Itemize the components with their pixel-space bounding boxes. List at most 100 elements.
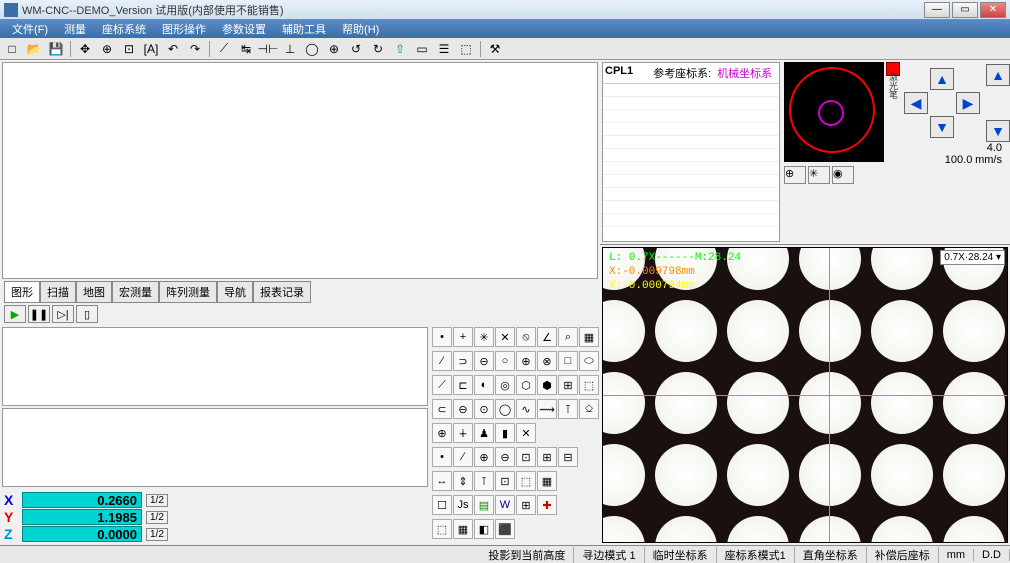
status-temp-coord[interactable]: 临时坐标系 — [645, 547, 717, 563]
palette-tool-1-1[interactable]: ⊃ — [453, 351, 473, 371]
palette-tool-0-5[interactable]: ∠ — [537, 327, 557, 347]
palette-tool-3-3[interactable]: ◯ — [495, 399, 515, 419]
box-icon[interactable]: ▭ — [412, 40, 432, 58]
palette-tool-6-0[interactable]: ↔ — [432, 471, 452, 491]
tab-scan[interactable]: 扫描 — [40, 281, 76, 303]
coord-z-half-button[interactable]: 1/2 — [146, 528, 168, 541]
palette-tool-2-5[interactable]: ⬢ — [537, 375, 557, 395]
palette-tool-4-2[interactable]: ♟ — [474, 423, 494, 443]
tab-array[interactable]: 阵列测量 — [159, 281, 217, 303]
coord-y-half-button[interactable]: 1/2 — [146, 511, 168, 524]
tab-map[interactable]: 地图 — [76, 281, 112, 303]
palette-tool-3-6[interactable]: ⊺ — [558, 399, 578, 419]
rotate-cw-icon[interactable]: ↻ — [368, 40, 388, 58]
palette-tool-2-2[interactable]: ◐ — [474, 375, 494, 395]
tool-b-icon[interactable]: ↹ — [236, 40, 256, 58]
pause-button[interactable]: ❚❚ — [28, 305, 50, 323]
palette-tool-8-1[interactable]: ▦ — [453, 519, 473, 539]
palette-tool-4-4[interactable]: ✕ — [516, 423, 536, 443]
palette-tool-2-6[interactable]: ⊞ — [558, 375, 578, 395]
scope-btn-3[interactable]: ◉ — [832, 166, 854, 184]
palette-tool-7-1[interactable]: Js — [453, 495, 473, 515]
palette-tool-1-5[interactable]: ⊗ — [537, 351, 557, 371]
palette-tool-6-2[interactable]: ⊺ — [474, 471, 494, 491]
maximize-button[interactable]: ▭ — [952, 2, 978, 18]
menu-graphic[interactable]: 图形操作 — [154, 21, 214, 37]
palette-tool-6-1[interactable]: ⇕ — [453, 471, 473, 491]
palette-tool-3-0[interactable]: ⊂ — [432, 399, 452, 419]
move-icon[interactable]: ✥ — [75, 40, 95, 58]
undo-icon[interactable]: ↶ — [163, 40, 183, 58]
scope-btn-1[interactable]: ⊕ — [784, 166, 806, 184]
zoom-window-icon[interactable]: ⊡ — [119, 40, 139, 58]
tab-nav[interactable]: 导航 — [217, 281, 253, 303]
palette-tool-7-3[interactable]: W — [495, 495, 515, 515]
list-icon[interactable]: ☰ — [434, 40, 454, 58]
palette-tool-1-6[interactable]: □ — [558, 351, 578, 371]
palette-tool-4-0[interactable]: ⊕ — [432, 423, 452, 443]
menu-tools[interactable]: 辅助工具 — [274, 21, 334, 37]
coord-x-half-button[interactable]: 1/2 — [146, 494, 168, 507]
new-icon[interactable]: □ — [2, 40, 22, 58]
tool-e-icon[interactable]: ◯ — [302, 40, 322, 58]
palette-tool-2-3[interactable]: ◎ — [495, 375, 515, 395]
camera-view[interactable]: 0.7X·28.24 ▾ L: 0.7X------M:28.24 X:-0.0… — [602, 247, 1008, 543]
save-icon[interactable]: 💾 — [46, 40, 66, 58]
palette-tool-5-5[interactable]: ⊞ — [537, 447, 557, 467]
palette-tool-7-2[interactable]: ▤ — [474, 495, 494, 515]
jog-down-button[interactable]: ▼ — [930, 116, 954, 138]
status-comp-coord[interactable]: 补偿后座标 — [867, 547, 939, 563]
palette-tool-1-2[interactable]: ⊖ — [474, 351, 494, 371]
close-button[interactable]: ✕ — [980, 2, 1006, 18]
step-button[interactable]: ▷| — [52, 305, 74, 323]
palette-tool-7-0[interactable]: ☐ — [432, 495, 452, 515]
palette-tool-7-5[interactable]: ✚ — [537, 495, 557, 515]
palette-tool-5-4[interactable]: ⊡ — [516, 447, 536, 467]
status-projection[interactable]: 投影到当前高度 — [480, 547, 574, 563]
menu-help[interactable]: 帮助(H) — [334, 21, 387, 37]
menu-file[interactable]: 文件(F) — [4, 21, 56, 37]
palette-tool-8-0[interactable]: ⬚ — [432, 519, 452, 539]
open-icon[interactable]: 📂 — [24, 40, 44, 58]
menu-coord[interactable]: 座标系统 — [94, 21, 154, 37]
palette-tool-3-1[interactable]: ⊖ — [453, 399, 473, 419]
tool-c-icon[interactable]: ⊣⊢ — [258, 40, 278, 58]
menu-params[interactable]: 参数设置 — [214, 21, 274, 37]
palette-tool-5-1[interactable]: ∕ — [453, 447, 473, 467]
palette-tool-1-0[interactable]: ∕ — [432, 351, 452, 371]
tool-a-icon[interactable]: ⟋ — [214, 40, 234, 58]
palette-tool-8-2[interactable]: ◧ — [474, 519, 494, 539]
output-panel-1[interactable] — [2, 327, 428, 406]
palette-tool-0-4[interactable]: ⦸ — [516, 327, 536, 347]
palette-tool-1-4[interactable]: ⊕ — [516, 351, 536, 371]
settings-icon[interactable]: ⚒ — [485, 40, 505, 58]
drawing-canvas[interactable] — [2, 62, 598, 279]
jog-z-up-button[interactable]: ▲ — [986, 64, 1010, 86]
stop-button[interactable]: ▯ — [76, 305, 98, 323]
palette-tool-5-2[interactable]: ⊕ — [474, 447, 494, 467]
palette-tool-0-6[interactable]: ⌕ — [558, 327, 578, 347]
palette-tool-2-1[interactable]: ⊏ — [453, 375, 473, 395]
menu-measure[interactable]: 测量 — [56, 21, 94, 37]
tab-graphic[interactable]: 图形 — [4, 281, 40, 303]
palette-tool-8-3[interactable]: ⬛ — [495, 519, 515, 539]
palette-tool-6-4[interactable]: ⬚ — [516, 471, 536, 491]
palette-tool-4-3[interactable]: ▮ — [495, 423, 515, 443]
palette-tool-0-1[interactable]: + — [453, 327, 473, 347]
palette-tool-3-7[interactable]: ⎐ — [579, 399, 599, 419]
play-button[interactable]: ▶ — [4, 305, 26, 323]
palette-tool-5-0[interactable]: • — [432, 447, 452, 467]
up-icon[interactable]: ⇧ — [390, 40, 410, 58]
palette-tool-3-4[interactable]: ∿ — [516, 399, 536, 419]
fit-icon[interactable]: [A] — [141, 40, 161, 58]
tool-d-icon[interactable]: ⊥ — [280, 40, 300, 58]
palette-tool-3-2[interactable]: ⊙ — [474, 399, 494, 419]
palette-tool-0-3[interactable]: ✕ — [495, 327, 515, 347]
window-icon[interactable]: ⬚ — [456, 40, 476, 58]
palette-tool-4-1[interactable]: ∔ — [453, 423, 473, 443]
tab-report[interactable]: 报表记录 — [253, 281, 311, 303]
jog-left-button[interactable]: ◀ — [904, 92, 928, 114]
palette-tool-0-0[interactable]: • — [432, 327, 452, 347]
tab-macro[interactable]: 宏测量 — [112, 281, 159, 303]
zoom-in-icon[interactable]: ⊕ — [97, 40, 117, 58]
